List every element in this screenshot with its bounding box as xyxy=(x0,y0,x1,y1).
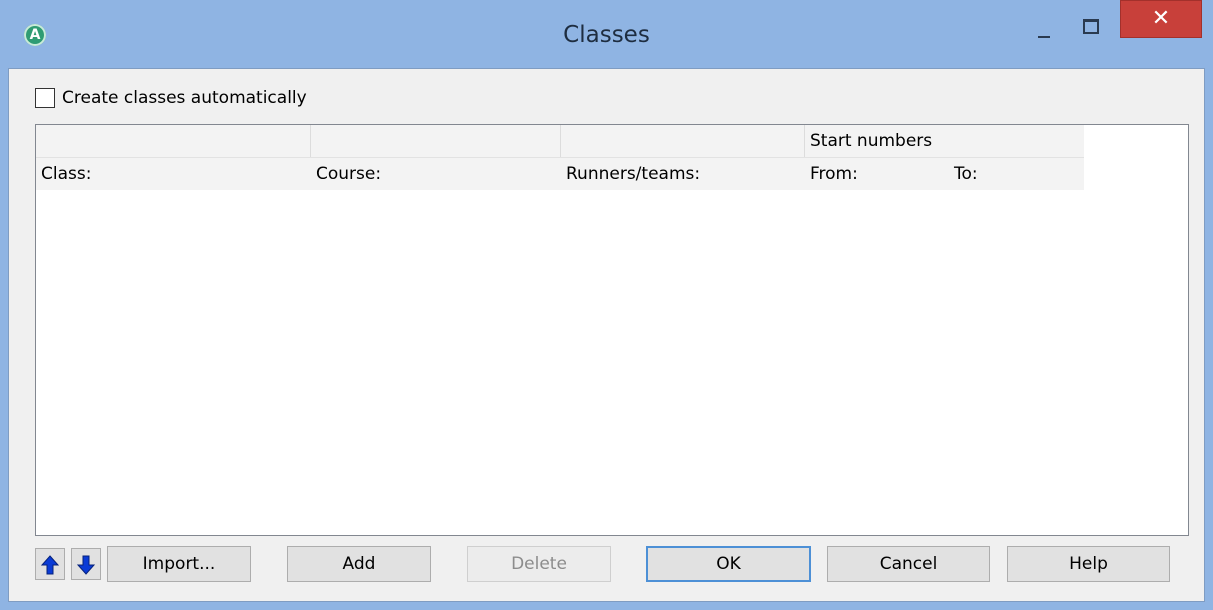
button-bar: Import... Add Delete OK Cancel Help xyxy=(35,546,1191,582)
classes-table[interactable]: Start numbers Class: Course: Runners/tea… xyxy=(35,124,1189,536)
column-header-class[interactable]: Class: xyxy=(36,158,311,190)
dialog-body: Create classes automatically Start numbe… xyxy=(8,68,1205,602)
maximize-button[interactable] xyxy=(1076,12,1104,40)
import-button[interactable]: Import... xyxy=(107,546,251,582)
title-bar[interactable]: A Classes ✕ xyxy=(0,0,1213,68)
minimize-button[interactable] xyxy=(1030,16,1058,44)
move-down-button[interactable] xyxy=(71,548,101,580)
arrow-up-icon xyxy=(41,555,59,575)
classes-dialog: A Classes ✕ Create classes automatically… xyxy=(0,0,1213,610)
column-header-runners-teams[interactable]: Runners/teams: xyxy=(561,158,805,190)
cancel-button[interactable]: Cancel xyxy=(827,546,990,582)
group-header-blank-2 xyxy=(311,125,561,157)
table-column-header-row: Class: Course: Runners/teams: From: To: xyxy=(36,158,1084,190)
close-button[interactable]: ✕ xyxy=(1120,0,1202,38)
arrow-down-icon xyxy=(77,555,95,575)
group-header-blank-1 xyxy=(36,125,311,157)
column-header-from[interactable]: From: xyxy=(805,158,949,190)
table-group-header-row: Start numbers xyxy=(36,125,1084,158)
create-classes-automatically-label[interactable]: Create classes automatically xyxy=(62,88,307,108)
ok-button[interactable]: OK xyxy=(646,546,811,582)
column-header-to[interactable]: To: xyxy=(949,158,1084,190)
move-up-button[interactable] xyxy=(35,548,65,580)
start-numbers-group-header: Start numbers xyxy=(810,131,933,151)
group-header-blank-3 xyxy=(561,125,805,157)
add-button[interactable]: Add xyxy=(287,546,431,582)
column-header-course[interactable]: Course: xyxy=(311,158,561,190)
delete-button[interactable]: Delete xyxy=(467,546,611,582)
help-button[interactable]: Help xyxy=(1007,546,1170,582)
create-classes-automatically-option[interactable]: Create classes automatically xyxy=(35,86,307,110)
create-classes-automatically-checkbox[interactable] xyxy=(35,88,55,108)
